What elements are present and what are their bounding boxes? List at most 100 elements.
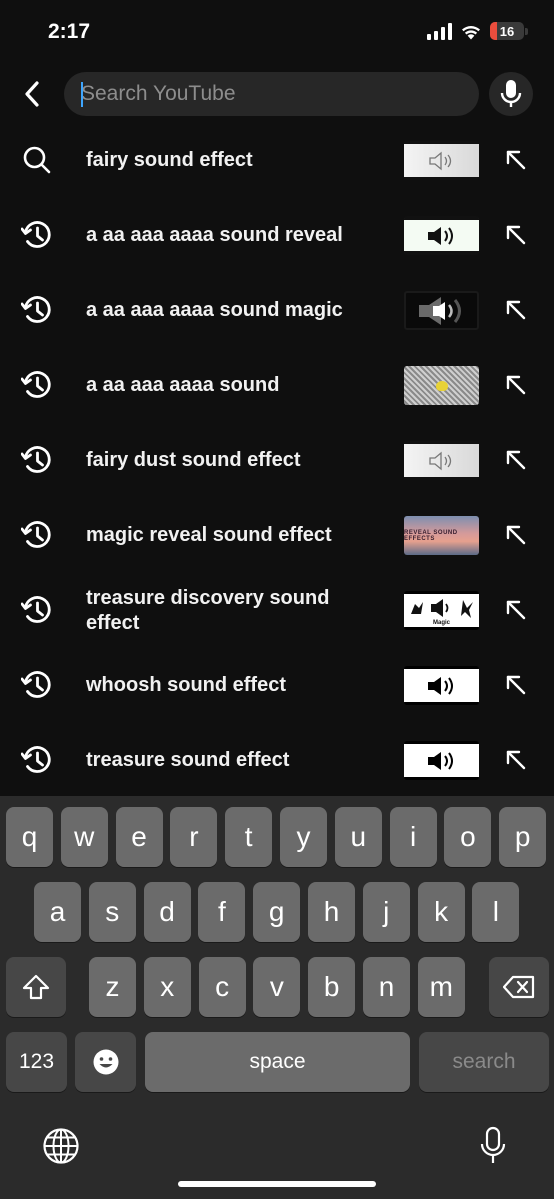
back-button[interactable] (14, 76, 50, 112)
suggestion-thumbnail (404, 291, 479, 330)
status-time: 2:17 (48, 20, 91, 43)
key-z[interactable]: z (89, 957, 136, 1017)
voice-search-button[interactable] (489, 72, 533, 116)
search-box[interactable] (64, 72, 479, 116)
home-indicator (178, 1181, 376, 1187)
emoji-icon (93, 1049, 118, 1075)
numbers-key[interactable]: 123 (6, 1032, 67, 1092)
key-p[interactable]: p (499, 807, 547, 867)
search-icon-wrap (19, 142, 55, 178)
key-d[interactable]: d (143, 882, 191, 942)
search-input[interactable] (81, 82, 461, 106)
arrow-up-left-icon (506, 300, 526, 320)
thumbnail-caption: Magic (432, 619, 450, 626)
fill-query-button[interactable] (502, 146, 530, 174)
backspace-key[interactable] (489, 957, 549, 1017)
history-icon (21, 596, 51, 623)
suggestion-text: whoosh sound effect (86, 674, 286, 696)
arrow-up-left-icon (506, 450, 526, 470)
key-y[interactable]: y (280, 807, 327, 867)
search-header (0, 66, 554, 124)
globe-button[interactable] (39, 1124, 83, 1168)
history-icon (21, 371, 51, 398)
key-x[interactable]: x (143, 957, 191, 1017)
history-icon (21, 296, 51, 323)
history-icon (21, 521, 51, 548)
key-k[interactable]: k (417, 882, 465, 942)
suggestion-text: a aa aaa aaaa sound magic (86, 299, 343, 321)
key-q[interactable]: q (6, 807, 53, 867)
key-l[interactable]: l (472, 882, 520, 942)
suggestion-item[interactable]: treasure sound effect (0, 723, 554, 798)
arrow-up-left-icon (506, 525, 526, 545)
status-bar: 2:17 16 (0, 0, 554, 66)
suggestion-item[interactable]: treasure discovery sound effect Magic (0, 573, 554, 648)
fill-query-button[interactable] (502, 221, 530, 249)
fill-query-button[interactable] (502, 671, 530, 699)
key-w[interactable]: w (60, 807, 108, 867)
suggestion-text: fairy dust sound effect (86, 449, 301, 471)
suggestion-item[interactable]: a aa aaa aaaa sound reveal (0, 198, 554, 273)
dictation-button[interactable] (471, 1124, 515, 1168)
history-icon (21, 746, 51, 773)
key-b[interactable]: b (308, 957, 356, 1017)
arrow-up-left-icon (506, 750, 526, 770)
key-h[interactable]: h (308, 882, 355, 942)
keyboard: 123 space search qwertyuiop asdfghjkl zxcv… (0, 796, 554, 1199)
history-icon-wrap (19, 442, 55, 478)
fill-query-button[interactable] (502, 446, 530, 474)
suggestion-item[interactable]: a aa aaa aaaa sound (0, 348, 554, 423)
backspace-icon (503, 975, 535, 999)
key-i[interactable]: i (389, 807, 437, 867)
suggestion-text: a aa aaa aaaa sound reveal (86, 224, 343, 246)
space-key[interactable]: space (145, 1032, 410, 1092)
key-o[interactable]: o (444, 807, 492, 867)
text-cursor (81, 82, 83, 107)
suggestion-item[interactable]: fairy dust sound effect (0, 423, 554, 498)
history-icon (21, 221, 51, 248)
arrow-up-left-icon (506, 150, 526, 170)
arrow-up-left-icon (506, 225, 526, 245)
arrow-up-left-icon (506, 600, 526, 620)
key-n[interactable]: n (363, 957, 410, 1017)
history-icon (21, 671, 51, 698)
key-t[interactable]: t (225, 807, 273, 867)
key-v[interactable]: v (253, 957, 301, 1017)
suggestion-item[interactable]: magic reveal sound effect REVEAL SOUND E… (0, 498, 554, 573)
key-s[interactable]: s (88, 882, 136, 942)
key-c[interactable]: c (198, 957, 246, 1017)
key-j[interactable]: j (362, 882, 410, 942)
key-u[interactable]: u (334, 807, 382, 867)
key-a[interactable]: a (34, 882, 81, 942)
search-icon (23, 146, 51, 174)
key-m[interactable]: m (417, 957, 465, 1017)
fill-query-button[interactable] (502, 596, 530, 624)
search-key[interactable]: search (419, 1032, 549, 1092)
fill-query-button[interactable] (502, 746, 530, 774)
history-icon-wrap (19, 667, 55, 703)
shift-key[interactable] (6, 957, 66, 1017)
key-g[interactable]: g (253, 882, 301, 942)
suggestion-text: a aa aaa aaaa sound (86, 374, 280, 396)
status-indicators: 16 (427, 22, 528, 40)
chevron-left-icon (25, 81, 39, 107)
fill-query-button[interactable] (502, 371, 530, 399)
suggestion-thumbnail (404, 216, 479, 255)
suggestion-item[interactable]: fairy sound effect (0, 123, 554, 198)
suggestion-thumbnail (404, 741, 479, 780)
suggestion-item[interactable]: a aa aaa aaaa sound magic (0, 273, 554, 348)
suggestion-text: treasure discovery sound effect (86, 586, 330, 634)
fill-query-button[interactable] (502, 521, 530, 549)
arrow-up-left-icon (506, 675, 526, 695)
key-f[interactable]: f (198, 882, 246, 942)
history-icon-wrap (19, 592, 55, 628)
key-r[interactable]: r (170, 807, 218, 867)
emoji-key[interactable] (75, 1032, 136, 1092)
microphone-icon (500, 80, 522, 107)
suggestion-thumbnail (404, 666, 479, 705)
suggestion-text: treasure sound effect (86, 749, 290, 771)
suggestion-item[interactable]: whoosh sound effect (0, 648, 554, 723)
fill-query-button[interactable] (502, 296, 530, 324)
suggestion-thumbnail (404, 366, 479, 405)
key-e[interactable]: e (115, 807, 163, 867)
